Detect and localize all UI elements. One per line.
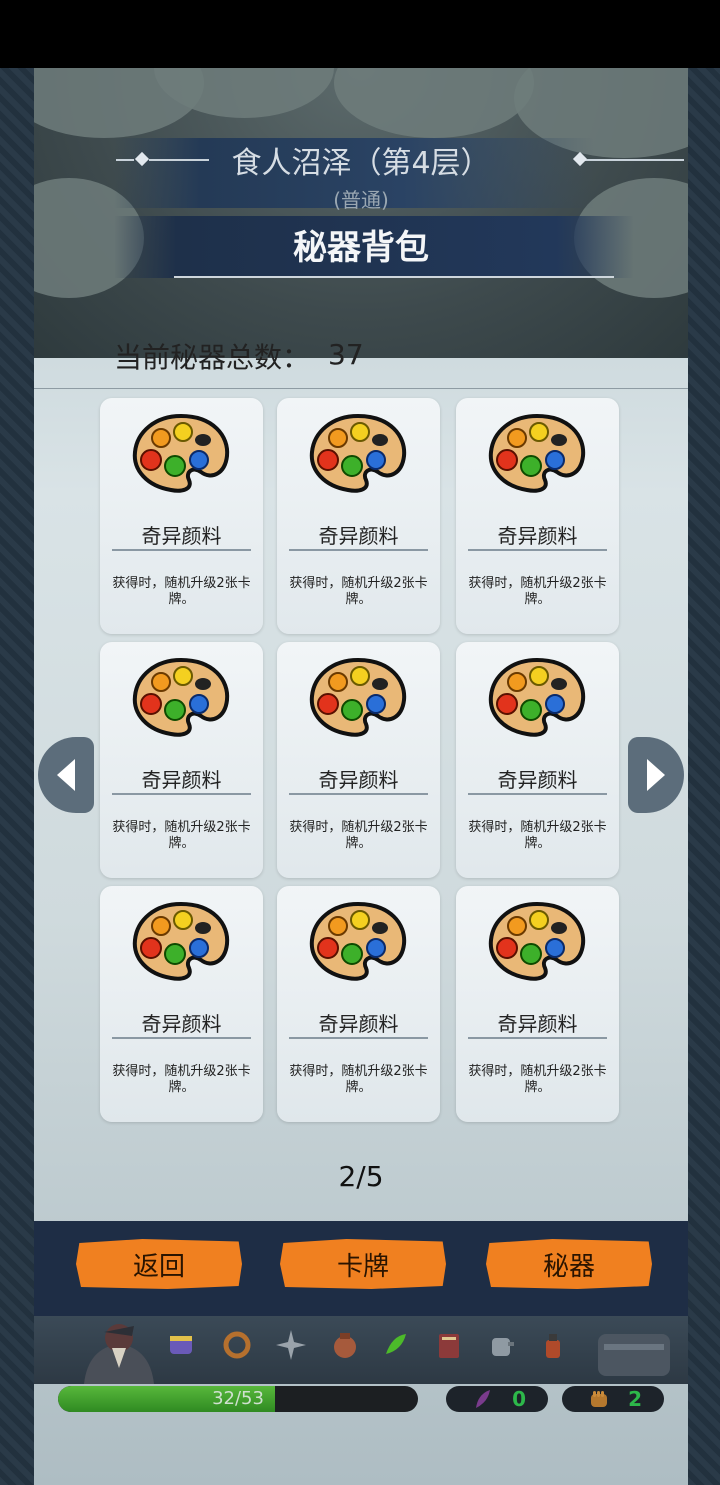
relic-name-underline bbox=[289, 549, 428, 551]
coin-pouch-icon bbox=[334, 1333, 356, 1358]
paint-palette-icon bbox=[309, 657, 407, 737]
relics-button[interactable]: 秘器 bbox=[486, 1239, 652, 1289]
relic-bar-item[interactable] bbox=[484, 1328, 518, 1362]
relic-name-underline bbox=[289, 1037, 428, 1039]
count-divider bbox=[34, 388, 688, 389]
relic-name-underline bbox=[468, 793, 607, 795]
chest-icon bbox=[598, 1334, 670, 1376]
chevron-left-icon bbox=[57, 759, 75, 791]
relic-bar-item[interactable] bbox=[328, 1328, 362, 1362]
fist-icon bbox=[591, 1391, 607, 1407]
ink-bottle-icon bbox=[546, 1334, 560, 1358]
relic-name: 奇异颜料 bbox=[141, 524, 222, 548]
character-portrait-icon bbox=[84, 1324, 154, 1384]
difficulty-label: (普通) bbox=[333, 188, 389, 212]
relic-count-value: 37 bbox=[328, 338, 364, 371]
relic-description: 获得时，随机升级2张卡牌。 bbox=[112, 576, 251, 607]
relic-name: 奇异颜料 bbox=[318, 1012, 399, 1036]
left-border-decoration bbox=[0, 68, 34, 1485]
relic-bag-screen: 食人沼泽（第4层） (普通) 秘器背包 当前秘器总数： 37 奇异颜料获得时，随… bbox=[34, 68, 688, 1485]
feather-resource: 0 bbox=[446, 1386, 548, 1412]
relic-name: 奇异颜料 bbox=[497, 768, 578, 792]
relic-count-label: 当前秘器总数： bbox=[114, 341, 311, 374]
fist-resource: 2 bbox=[562, 1386, 664, 1412]
hp-text: 32/53 bbox=[212, 1388, 264, 1409]
book-icon bbox=[439, 1334, 459, 1358]
relic-name: 奇异颜料 bbox=[318, 768, 399, 792]
relic-name-underline bbox=[289, 793, 428, 795]
fist-count: 2 bbox=[628, 1387, 642, 1411]
relic-card[interactable]: 奇异颜料获得时，随机升级2张卡牌。 bbox=[100, 886, 263, 1122]
cards-button[interactable]: 卡牌 bbox=[280, 1239, 446, 1289]
relic-description: 获得时，随机升级2张卡牌。 bbox=[289, 1064, 428, 1095]
scroll-icon bbox=[170, 1336, 192, 1354]
feather-count: 0 bbox=[512, 1387, 526, 1411]
relic-description: 获得时，随机升级2张卡牌。 bbox=[112, 1064, 251, 1095]
panel-title: 秘器背包 bbox=[293, 228, 429, 268]
prev-page-button[interactable] bbox=[38, 737, 94, 813]
paint-palette-icon bbox=[488, 657, 586, 737]
relic-description: 获得时，随机升级2张卡牌。 bbox=[468, 820, 607, 851]
relic-name: 奇异颜料 bbox=[141, 1012, 222, 1036]
relic-card[interactable]: 奇异颜料获得时，随机升级2张卡牌。 bbox=[100, 642, 263, 878]
relic-card[interactable]: 奇异颜料获得时，随机升级2张卡牌。 bbox=[100, 398, 263, 634]
right-border-decoration bbox=[688, 68, 720, 1485]
relic-bar-item[interactable] bbox=[274, 1328, 308, 1362]
relic-description: 获得时，随机升级2张卡牌。 bbox=[468, 576, 607, 607]
relic-name-underline bbox=[112, 1037, 251, 1039]
relic-name: 奇异颜料 bbox=[497, 1012, 578, 1036]
feather-icon bbox=[476, 1390, 490, 1408]
relic-description: 获得时，随机升级2张卡牌。 bbox=[112, 820, 251, 851]
relic-name: 奇异颜料 bbox=[141, 768, 222, 792]
relic-bar-item[interactable] bbox=[432, 1328, 466, 1362]
relic-card[interactable]: 奇异颜料获得时，随机升级2张卡牌。 bbox=[456, 642, 619, 878]
relic-card[interactable]: 奇异颜料获得时，随机升级2张卡牌。 bbox=[277, 398, 440, 634]
paint-palette-icon bbox=[488, 901, 586, 981]
relic-name-underline bbox=[468, 1037, 607, 1039]
level-title: 食人沼泽（第4层） bbox=[231, 146, 491, 181]
relic-card[interactable]: 奇异颜料获得时，随机升级2张卡牌。 bbox=[277, 642, 440, 878]
relic-name: 奇异颜料 bbox=[318, 524, 399, 548]
paint-palette-icon bbox=[132, 657, 230, 737]
paint-palette-icon bbox=[132, 901, 230, 981]
relic-card[interactable]: 奇异颜料获得时，随机升级2张卡牌。 bbox=[277, 886, 440, 1122]
paint-palette-icon bbox=[309, 413, 407, 493]
hp-bar: 32/53 bbox=[58, 1386, 418, 1412]
page-indicator: 2/5 bbox=[338, 1160, 384, 1193]
relic-description: 获得时，随机升级2张卡牌。 bbox=[289, 820, 428, 851]
chevron-right-icon bbox=[647, 759, 665, 791]
relic-bar-item[interactable] bbox=[164, 1328, 198, 1362]
relic-name-underline bbox=[112, 793, 251, 795]
relic-name: 奇异颜料 bbox=[497, 524, 578, 548]
cloudy-sky-background bbox=[34, 68, 688, 358]
relic-bar-item[interactable] bbox=[378, 1328, 412, 1362]
relic-card[interactable]: 奇异颜料获得时，随机升级2张卡牌。 bbox=[456, 398, 619, 634]
kettle-icon bbox=[492, 1338, 514, 1356]
relic-name-underline bbox=[112, 549, 251, 551]
panel-title-underline bbox=[174, 276, 614, 278]
relic-card[interactable]: 奇异颜料获得时，随机升级2张卡牌。 bbox=[456, 886, 619, 1122]
relic-description: 获得时，随机升级2张卡牌。 bbox=[289, 576, 428, 607]
next-page-button[interactable] bbox=[628, 737, 684, 813]
paint-palette-icon bbox=[309, 901, 407, 981]
relic-name-underline bbox=[468, 549, 607, 551]
relic-description: 获得时，随机升级2张卡牌。 bbox=[468, 1064, 607, 1095]
relic-bar-item[interactable] bbox=[536, 1328, 570, 1362]
paint-palette-icon bbox=[132, 413, 230, 493]
chili-pepper-icon bbox=[386, 1334, 406, 1354]
back-button[interactable]: 返回 bbox=[76, 1239, 242, 1289]
relic-bar-item[interactable] bbox=[220, 1328, 254, 1362]
paint-palette-icon bbox=[488, 413, 586, 493]
shuriken-icon bbox=[276, 1330, 306, 1360]
ring-icon bbox=[223, 1331, 251, 1359]
